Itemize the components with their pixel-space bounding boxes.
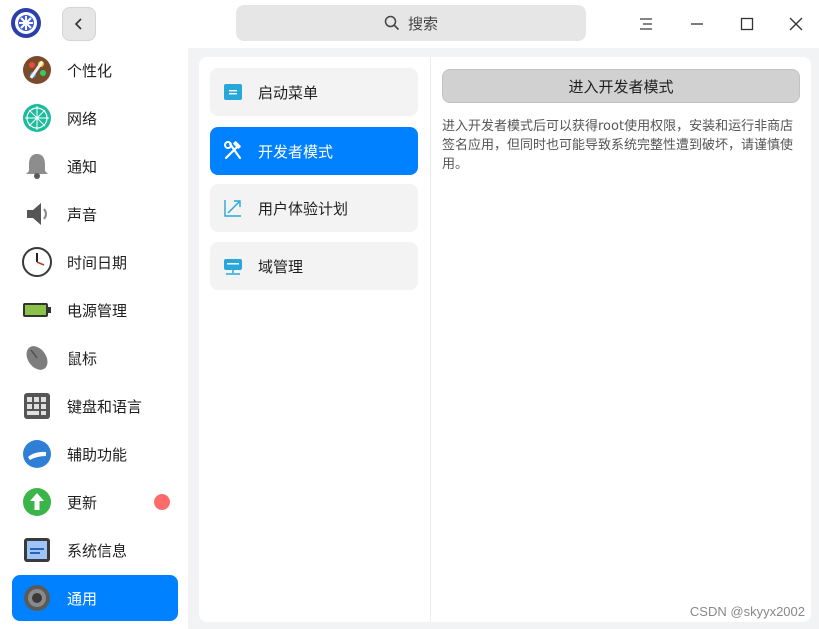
mid-item-user-experience[interactable]: 用户体验计划: [210, 184, 418, 232]
keyboard-icon: [24, 393, 50, 419]
search-input[interactable]: 搜索: [236, 5, 586, 41]
sidebar-item-keyboard[interactable]: 键盘和语言: [12, 383, 178, 429]
sidebar-item-power[interactable]: 电源管理: [12, 287, 178, 333]
mid-item-boot-menu[interactable]: 启动菜单: [210, 68, 418, 116]
mid-item-label: 域管理: [258, 257, 304, 276]
developer-tools-icon: [224, 141, 242, 160]
domain-icon: [224, 259, 242, 275]
bell-icon: [26, 154, 48, 179]
mid-item-label: 用户体验计划: [258, 199, 349, 218]
sidebar-item-label: 通知: [67, 157, 98, 176]
general-gear-icon: [24, 585, 50, 611]
clock-icon: [22, 247, 52, 277]
sidebar-item-general[interactable]: 通用: [12, 575, 178, 621]
system-info-icon: [24, 538, 50, 562]
trend-icon: [224, 200, 241, 217]
menu-button[interactable]: [634, 12, 658, 36]
developer-mode-description: 进入开发者模式后可以获得root使用权限，安装和运行非商店签名应用，但同时也可能…: [442, 119, 794, 172]
sidebar-item-accessibility[interactable]: 辅助功能: [12, 431, 178, 477]
back-icon: [74, 18, 82, 30]
sidebar-item-notification[interactable]: 通知: [12, 143, 178, 189]
close-button[interactable]: [784, 12, 808, 36]
search-icon: [384, 15, 400, 31]
update-icon: [23, 488, 51, 516]
battery-icon: [23, 303, 51, 317]
sidebar-item-label: 辅助功能: [67, 445, 128, 464]
update-badge: [154, 494, 170, 510]
sidebar-item-network[interactable]: 网络: [12, 95, 178, 141]
mid-item-domain[interactable]: 域管理: [210, 242, 418, 290]
sidebar-item-label: 声音: [67, 205, 98, 224]
sidebar-item-label: 通用: [67, 589, 98, 608]
sidebar-item-system-info[interactable]: 系统信息: [12, 527, 178, 573]
menu-icon: [640, 18, 652, 30]
mouse-icon: [26, 346, 48, 370]
sidebar-item-update[interactable]: 更新: [12, 479, 178, 525]
sidebar-item-sound[interactable]: 声音: [12, 191, 178, 237]
sidebar-item-label: 系统信息: [67, 541, 128, 560]
sidebar: 个性化 网络 通知 声音 时间日期 电源管理 鼠标 键盘和语言 辅助功能 更新 …: [0, 48, 188, 629]
back-button[interactable]: [62, 7, 96, 41]
sidebar-item-personalization[interactable]: 个性化: [12, 47, 178, 93]
sidebar-item-label: 个性化: [67, 61, 113, 80]
maximize-icon: [740, 17, 754, 31]
sidebar-item-label: 键盘和语言: [67, 397, 143, 416]
enter-developer-mode-button[interactable]: 进入开发者模式: [442, 69, 800, 103]
minimize-button[interactable]: [685, 12, 709, 36]
titlebar: 搜索: [0, 0, 819, 48]
sidebar-item-label: 网络: [67, 109, 98, 128]
sidebar-item-label: 时间日期: [67, 253, 128, 272]
sidebar-item-label: 更新: [67, 493, 98, 512]
maximize-button[interactable]: [735, 12, 759, 36]
mid-item-label: 启动菜单: [258, 83, 319, 102]
close-icon: [789, 17, 803, 31]
app-logo-icon: [10, 7, 42, 39]
boot-menu-icon: [224, 84, 242, 100]
network-icon: [23, 104, 51, 132]
mid-item-developer-mode[interactable]: 开发者模式: [210, 127, 418, 175]
personalization-icon: [23, 56, 51, 84]
search-placeholder: 搜索: [407, 14, 438, 33]
sidebar-item-label: 电源管理: [67, 301, 128, 320]
panel-divider: [430, 57, 431, 622]
mid-item-label: 开发者模式: [258, 142, 334, 161]
sidebar-item-label: 鼠标: [67, 349, 98, 368]
speaker-icon: [27, 203, 47, 225]
minimize-icon: [691, 23, 703, 25]
sidebar-item-mouse[interactable]: 鼠标: [12, 335, 178, 381]
sidebar-item-datetime[interactable]: 时间日期: [12, 239, 178, 285]
accessibility-icon: [23, 440, 51, 468]
watermark: CSDN @skyyx2002: [689, 604, 805, 619]
